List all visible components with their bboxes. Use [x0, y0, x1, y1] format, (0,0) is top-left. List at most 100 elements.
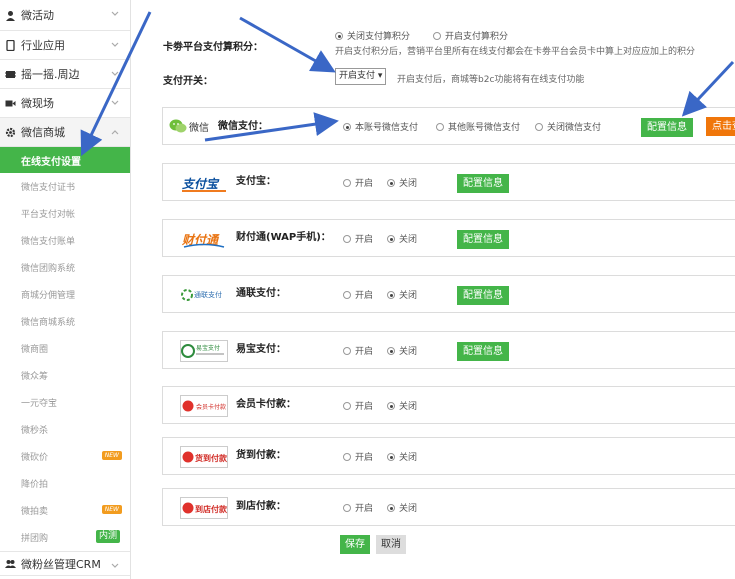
sidebar-item-label: 微砍价 [21, 453, 49, 463]
member-card-logo-text: 会员卡付款 [196, 403, 226, 411]
member-card-open-radio[interactable]: 开启 [343, 399, 373, 412]
yeepay-open-radio[interactable]: 开启 [343, 344, 373, 357]
sidebar-section-live[interactable]: 微现场 [0, 89, 130, 118]
tenpay-config-button[interactable]: 配置信息 [457, 230, 509, 249]
sidebar-item-label: 商城分佣管理 [21, 291, 76, 301]
sidebar-item-platform-reconcile[interactable]: 平台支付对帐 [0, 200, 130, 227]
close-label: 关闭 [399, 402, 418, 412]
cod-name: 货到付款： [236, 450, 286, 461]
sidebar-item-online-payment[interactable]: 在线支付设置 [0, 147, 130, 173]
tenpay-logo: 财付通 [179, 226, 229, 252]
member-card-close-radio[interactable]: 关闭 [387, 399, 417, 412]
sidebar-section-label: 微活动 [21, 9, 54, 22]
cod-logo-text: 货到付款 [194, 453, 228, 463]
sidebar-item-wechat-bill[interactable]: 微信支付账单 [0, 227, 130, 254]
yeepay-logo: 易宝支付 [179, 338, 229, 364]
close-label: 关闭 [399, 179, 418, 189]
wechat-close-radio[interactable]: 关闭微信支付 [535, 120, 601, 133]
sidebar-section-mall[interactable]: 微信商城 [0, 118, 130, 147]
sidebar-item-commission[interactable]: 商城分佣管理 [0, 281, 130, 308]
member-card-pay-card: 会员卡付款 会员卡付款： 开启 关闭 [162, 386, 735, 424]
sidebar-item-dutch-auction[interactable]: 降价拍 [0, 470, 130, 497]
points-off-radio[interactable]: 关闭支付算积分 [335, 29, 410, 42]
wechat-other-label: 其他账号微信支付 [448, 123, 521, 133]
wechat-logo: 微信 [164, 113, 214, 139]
alipay-card: 支付宝 支付宝： 开启 关闭 配置信息 [162, 163, 735, 201]
wechat-own-radio[interactable]: 本账号微信支付 [343, 120, 418, 133]
sidebar-item-auction[interactable]: 微拍卖 NEW [0, 497, 130, 524]
allinpay-name: 通联支付： [236, 288, 286, 299]
switch-label: 支付开关： [163, 76, 213, 87]
sidebar-item-wechat-cert[interactable]: 微信支付证书 [0, 173, 130, 200]
open-label: 开启 [355, 235, 374, 245]
payment-switch-select[interactable]: 开启支付 ▾ [335, 68, 387, 85]
allinpay-open-radio[interactable]: 开启 [343, 288, 373, 301]
sidebar-item-group-buy[interactable]: 微信团购系统 [0, 254, 130, 281]
sidebar-item-one-yuan[interactable]: 一元夺宝 [0, 389, 130, 416]
tenpay-close-radio[interactable]: 关闭 [387, 232, 417, 245]
radio-icon [335, 32, 343, 40]
phone-icon [5, 39, 16, 51]
in-store-logo: 到店付款 [179, 495, 229, 521]
radio-icon [387, 235, 395, 243]
sidebar-section-activity[interactable]: 微活动 [0, 0, 130, 31]
open-label: 开启 [355, 179, 374, 189]
yeepay-logo-text: 易宝支付 [196, 344, 220, 352]
sidebar-item-label: 微信商城系统 [21, 318, 76, 328]
allinpay-config-button[interactable]: 配置信息 [457, 286, 509, 305]
radio-icon [387, 504, 395, 512]
wechat-view-button[interactable]: 点击查看 [706, 117, 735, 136]
chevron-down-icon [110, 40, 120, 50]
close-label: 关闭 [399, 235, 418, 245]
wechat-close-label: 关闭微信支付 [547, 123, 602, 133]
points-on-radio[interactable]: 开启支付算积分 [433, 29, 508, 42]
radio-icon [343, 347, 351, 355]
in-store-close-radio[interactable]: 关闭 [387, 501, 417, 514]
fans-icon [5, 558, 16, 569]
sidebar-item-group-deal[interactable]: 拼团购 内测 [0, 524, 130, 551]
sidebar-item-label: 在线支付设置 [21, 156, 81, 168]
radio-icon [343, 453, 351, 461]
main-content: 卡劵平台支付算积分： 关闭支付算积分 开启支付算积分 开启支付积分后，营销平台里… [145, 0, 735, 579]
sidebar-section-label: 摇一摇.周边 [21, 68, 80, 81]
sidebar-item-flash-sale[interactable]: 微秒杀 [0, 416, 130, 443]
cancel-button[interactable]: 取消 [376, 535, 406, 554]
member-card-name: 会员卡付款： [236, 399, 296, 410]
yeepay-config-button[interactable]: 配置信息 [457, 342, 509, 361]
sidebar-item-mall-system[interactable]: 微信商城系统 [0, 308, 130, 335]
cod-card: 货到付款 货到付款： 开启 关闭 [162, 437, 735, 475]
sidebar-item-label: 一元夺宝 [21, 399, 58, 409]
chevron-down-icon [110, 69, 120, 79]
yeepay-close-radio[interactable]: 关闭 [387, 344, 417, 357]
save-button[interactable]: 保存 [340, 535, 370, 554]
sidebar-section-crm[interactable]: 微粉丝管理CRM [0, 551, 130, 576]
wechat-config-button[interactable]: 配置信息 [641, 118, 693, 137]
cod-open-radio[interactable]: 开启 [343, 450, 373, 463]
sidebar-item-label: 降价拍 [21, 480, 49, 490]
chevron-down-icon [110, 9, 120, 19]
yeepay-card: 易宝支付 易宝支付： 开启 关闭 配置信息 [162, 331, 735, 369]
sidebar-item-crowdfunding[interactable]: 微众筹 [0, 362, 130, 389]
radio-icon [343, 235, 351, 243]
alipay-open-radio[interactable]: 开启 [343, 176, 373, 189]
wechat-other-radio[interactable]: 其他账号微信支付 [436, 120, 520, 133]
sidebar-item-label: 微众筹 [21, 372, 49, 382]
sidebar-item-business-circle[interactable]: 微商圈 [0, 335, 130, 362]
open-label: 开启 [355, 504, 374, 514]
radio-icon [387, 291, 395, 299]
sidebar-section-label: 微现场 [21, 97, 54, 110]
alipay-config-button[interactable]: 配置信息 [457, 174, 509, 193]
alipay-logo-text: 支付宝 [182, 177, 220, 191]
sidebar-item-label: 微拍卖 [21, 507, 49, 517]
alipay-close-radio[interactable]: 关闭 [387, 176, 417, 189]
allinpay-close-radio[interactable]: 关闭 [387, 288, 417, 301]
sidebar-section-shake[interactable]: 摇一摇.周边 [0, 60, 130, 89]
sidebar-item-label: 微信支付证书 [21, 183, 76, 193]
sidebar-item-bargain[interactable]: 微砍价 NEW [0, 443, 130, 470]
in-store-open-radio[interactable]: 开启 [343, 501, 373, 514]
alipay-logo: 支付宝 [179, 170, 229, 196]
wechat-logo-text: 微信 [189, 122, 209, 134]
tenpay-open-radio[interactable]: 开启 [343, 232, 373, 245]
sidebar-section-industry[interactable]: 行业应用 [0, 31, 130, 60]
cod-close-radio[interactable]: 关闭 [387, 450, 417, 463]
